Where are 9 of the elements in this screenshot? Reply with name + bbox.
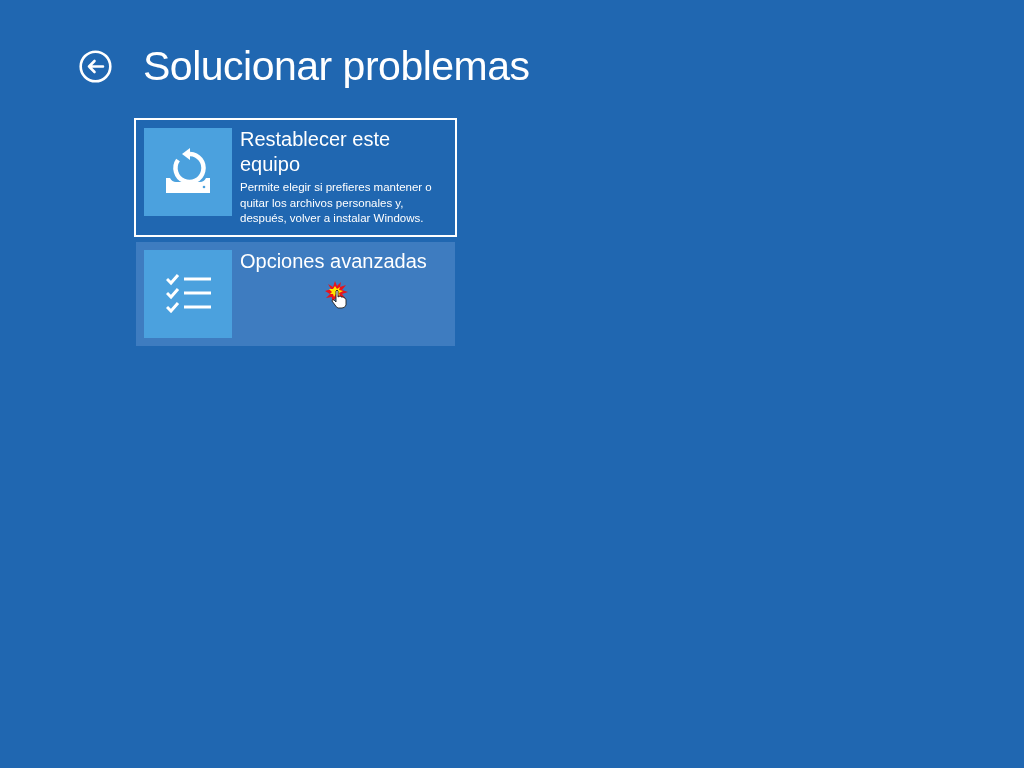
- option-title: Opciones avanzadas: [240, 248, 428, 274]
- option-title: Restablecer este equipo: [240, 127, 392, 177]
- option-description: Permite elegir si prefieres mantener o quitar los archivos personales y, después, volver a instalar Windows.: [240, 180, 433, 226]
- checklist-icon: [165, 274, 211, 313]
- option-card[interactable]: Opciones avanzadas: [134, 239, 457, 348]
- back-button[interactable]: [79, 49, 112, 83]
- page-title: Solucionar problemas: [143, 42, 530, 91]
- option-card[interactable]: Restablecer este equipo Permite elegir si prefieres mantener o quitar los archivos personales y, después, volver a instalar Windows.: [134, 118, 457, 237]
- click-cursor-icon: [325, 280, 349, 309]
